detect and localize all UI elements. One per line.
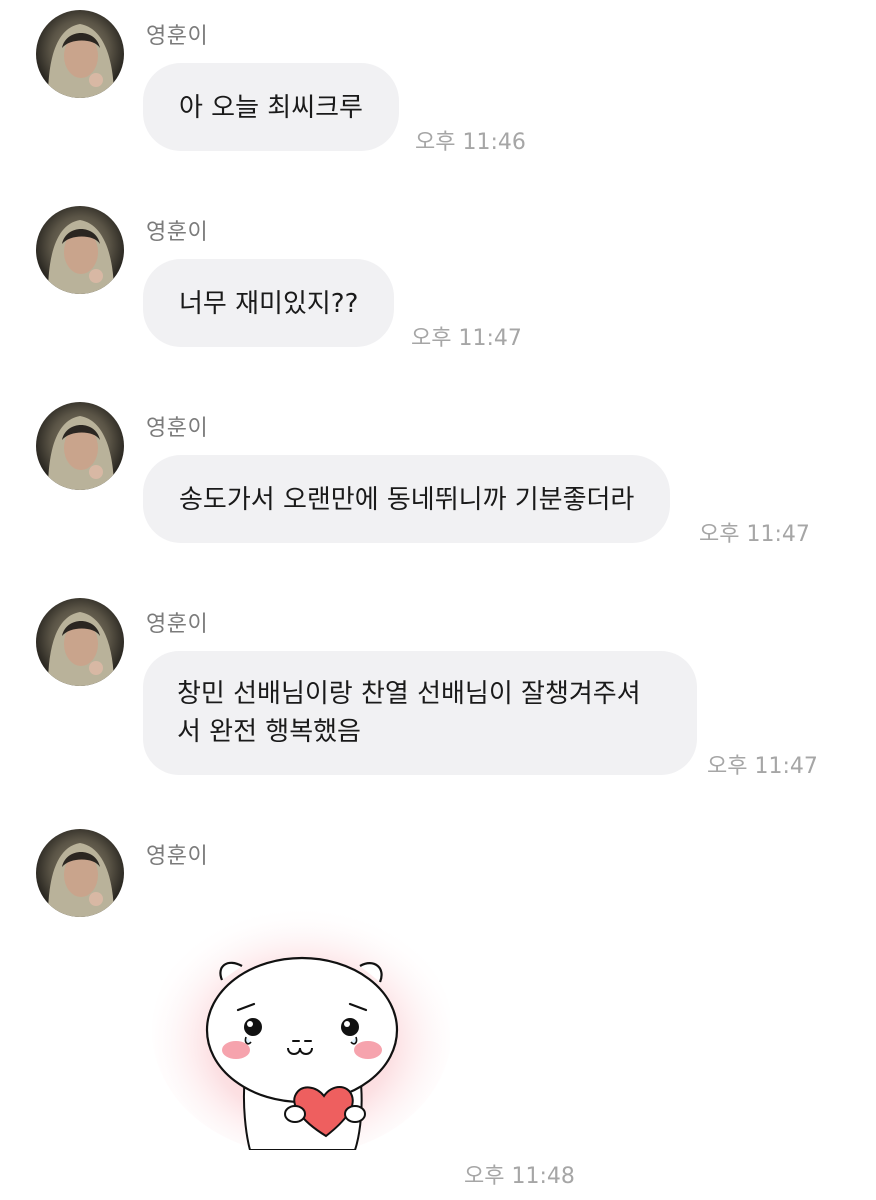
crying-hamster-heart-sticker-icon [152, 905, 452, 1155]
message-bubble[interactable]: 송도가서 오랜만에 동네뛰니까 기분좋더라 [143, 455, 671, 543]
sender-avatar[interactable] [36, 829, 124, 917]
message-timestamp: 오후 11:47 [699, 522, 810, 547]
sender-avatar[interactable] [36, 598, 124, 686]
message-bubble[interactable]: 아 오늘 최씨크루 [143, 63, 399, 151]
sender-name: 영훈이 [146, 612, 209, 637]
message-timestamp: 오후 11:47 [707, 754, 818, 779]
sender-name: 영훈이 [146, 844, 209, 869]
sticker-timestamp: 오후 11:48 [464, 1164, 575, 1189]
message-bubble[interactable]: 너무 재미있지?? [143, 259, 395, 347]
avatar-photo-icon [48, 612, 114, 686]
sticker-message[interactable] [150, 890, 452, 1155]
sender-avatar[interactable] [36, 10, 124, 98]
sender-name: 영훈이 [146, 24, 209, 49]
avatar-photo-icon [48, 843, 114, 917]
avatar-photo-icon [48, 24, 114, 98]
sender-avatar[interactable] [36, 402, 124, 490]
message-bubble[interactable]: 창민 선배님이랑 찬열 선배님이 잘챙겨주셔서 완전 행복했음 [143, 651, 697, 775]
message-timestamp: 오후 11:46 [415, 130, 526, 155]
sender-name: 영훈이 [146, 416, 209, 441]
avatar-photo-icon [48, 416, 114, 490]
message-timestamp: 오후 11:47 [411, 326, 522, 351]
sender-name: 영훈이 [146, 220, 209, 245]
avatar-photo-icon [48, 220, 114, 294]
sender-avatar[interactable] [36, 206, 124, 294]
